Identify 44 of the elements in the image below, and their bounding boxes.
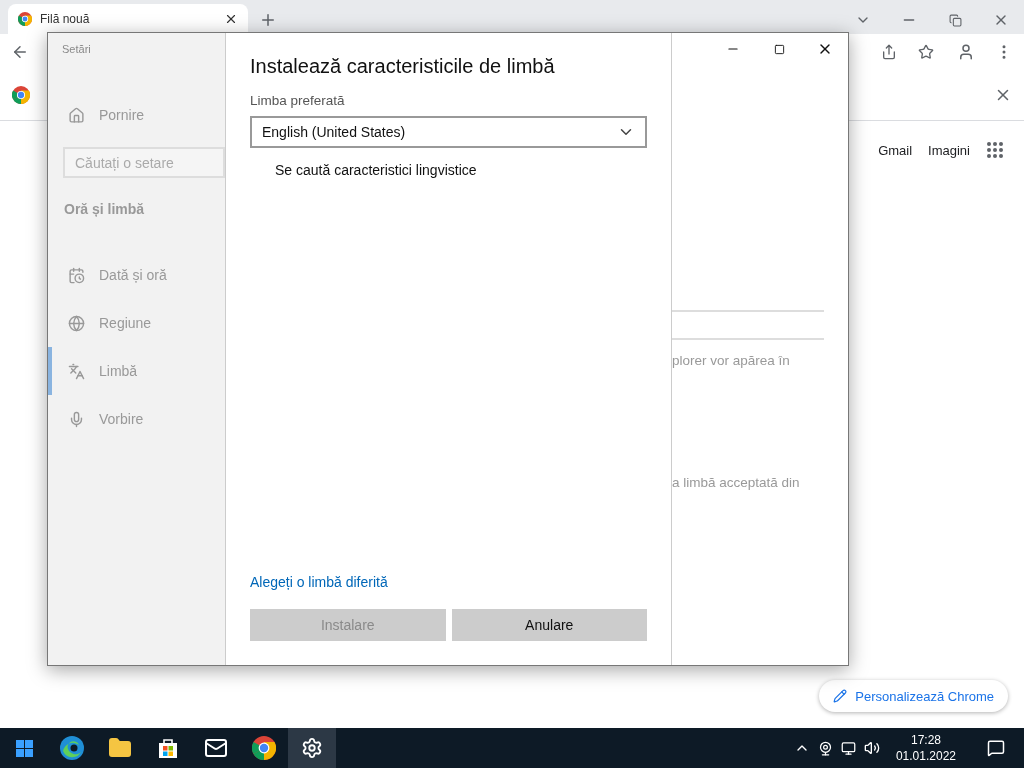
search-field[interactable]: Căutați o setare: [63, 147, 225, 178]
chrome-icon: [12, 86, 30, 104]
notifications-icon[interactable]: [987, 739, 1005, 757]
home-icon: [68, 106, 85, 124]
edge-icon[interactable]: [59, 735, 85, 761]
chrome-icon: [18, 12, 32, 26]
browser-tab[interactable]: Filă nouă: [8, 4, 248, 34]
globe-icon: [68, 314, 85, 332]
folder-icon[interactable]: [108, 736, 132, 760]
background-text: plorer vor apărea în: [672, 353, 791, 368]
mail-icon[interactable]: [204, 736, 228, 760]
microphone-icon: [68, 410, 85, 428]
back-icon[interactable]: [11, 43, 29, 61]
bookmark-star-icon[interactable]: [917, 44, 934, 60]
customize-chrome-button[interactable]: Personalizează Chrome: [819, 680, 1008, 712]
dialog-title: Instalează caracteristicile de limbă: [250, 55, 556, 78]
chrome-icon: [252, 736, 276, 760]
top-link[interactable]: Imagini: [928, 142, 970, 158]
dropdown-label: Limba preferată: [250, 93, 346, 108]
windows-start-icon[interactable]: [15, 739, 33, 757]
settings-icon[interactable]: [301, 737, 323, 759]
status-text: Se caută caracteristici lingvistice: [275, 162, 478, 178]
dialog-button[interactable]: Anulare: [451, 609, 647, 641]
new-tab-icon[interactable]: [259, 11, 277, 29]
profile-icon[interactable]: [957, 43, 975, 61]
calendar-clock-icon: [68, 266, 85, 284]
language-dropdown[interactable]: English (United States): [250, 116, 647, 148]
top-link[interactable]: Gmail: [878, 142, 913, 158]
close-tab-icon[interactable]: [224, 12, 238, 26]
language-icon: [68, 362, 85, 380]
background-text: a limbă acceptată din: [672, 475, 801, 490]
apps-grid-icon[interactable]: [986, 141, 1004, 159]
restore-icon[interactable]: [948, 13, 962, 27]
maximize-icon[interactable]: [773, 43, 785, 55]
clock[interactable]: 17:28 01.01.2022: [887, 732, 964, 764]
share-icon[interactable]: [880, 44, 897, 60]
store-icon[interactable]: [157, 737, 179, 759]
pencil-icon: [833, 689, 848, 703]
window-title: Setări: [62, 43, 92, 55]
choose-language-link[interactable]: Alegeți o limbă diferită: [250, 574, 647, 590]
volume-icon[interactable]: [863, 740, 880, 756]
camera-icon[interactable]: [817, 740, 833, 756]
network-icon[interactable]: [840, 740, 856, 756]
section-heading: Oră și limbă: [64, 201, 146, 217]
